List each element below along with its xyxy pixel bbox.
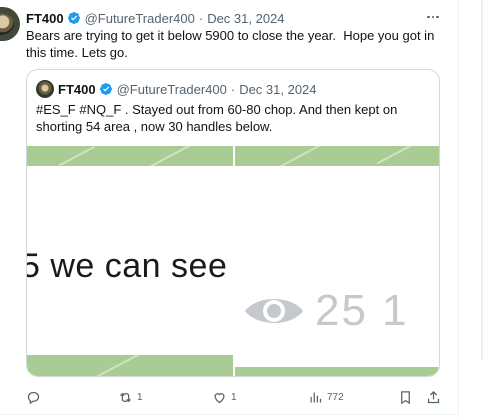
more-options-icon[interactable] [424,11,442,23]
tweet-header: FT400 @FutureTrader400 · Dec 31, 2024 [26,9,285,27]
avatar[interactable] [0,7,20,41]
quote-author-name: FT400 [58,81,96,97]
verified-badge-icon [99,83,112,95]
scrollbar[interactable] [481,0,483,360]
views-button[interactable]: 772 [308,387,344,407]
eye-icon [245,299,303,323]
tweet-text: Bears are trying to get it below 5900 to… [26,28,438,60]
retweet-button[interactable]: 1 [118,387,143,407]
tweet-divider [0,414,458,415]
bookmark-icon [401,390,410,404]
quote-media[interactable]: 5 we can see 25 1 [27,146,439,376]
image-caption-right: 25 1 [315,286,409,335]
like-count: 1 [231,391,237,403]
share-button[interactable] [426,387,441,407]
quote-avatar [36,80,54,98]
quote-separator-dot: · [230,81,236,97]
like-icon [214,392,225,403]
author-name[interactable]: FT400 [26,11,64,26]
reply-icon [27,391,40,404]
quote-text: #ES_F #NQ_F . Stayed out from 60-80 chop… [36,102,398,134]
column-divider [458,0,459,419]
like-button[interactable]: 1 [212,387,237,407]
share-icon [427,390,440,403]
tweet-date[interactable]: Dec 31, 2024 [207,11,284,26]
retweet-icon [120,392,131,402]
author-handle[interactable]: @FutureTrader400 [85,11,195,26]
action-bar: 1 1 772 [26,387,446,407]
separator-dot: · [198,10,204,26]
quote-header: FT400 @FutureTrader400 · Dec 31, 2024 [36,80,317,98]
image-caption-left: 5 we can see [27,247,228,285]
quoted-tweet[interactable]: FT400 @FutureTrader400 · Dec 31, 2024 #E… [26,69,440,377]
media-image-right[interactable]: 25 1 [235,146,439,376]
views-count: 772 [327,391,344,403]
reply-button[interactable] [26,387,45,407]
verified-badge-icon [67,12,80,24]
retweet-count: 1 [137,391,143,403]
views-icon [310,392,322,402]
media-image-left[interactable]: 5 we can see [27,146,233,376]
quote-date: Dec 31, 2024 [239,81,317,97]
bookmark-button[interactable] [398,387,413,407]
quote-author-handle: @FutureTrader400 [116,81,227,97]
